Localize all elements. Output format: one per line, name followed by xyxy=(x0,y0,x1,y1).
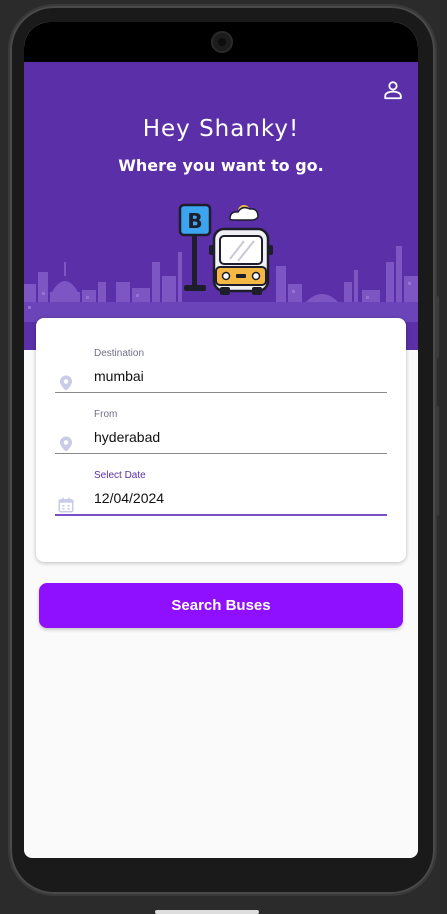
phone-frame: Hey Shanky! Where you want to go. B Dest… xyxy=(10,6,439,914)
destination-field[interactable]: Destination mumbai xyxy=(55,348,387,404)
calendar-icon xyxy=(58,497,74,513)
bus-stop-illustration: B xyxy=(178,203,273,295)
destination-value[interactable]: mumbai xyxy=(94,368,144,384)
location-pin-icon xyxy=(60,375,72,391)
from-underline xyxy=(55,453,387,454)
from-field[interactable]: From hyderabad xyxy=(55,409,387,465)
subtitle-text: Where you want to go. xyxy=(118,156,324,175)
search-form-card: Destination mumbai From hyderabad Select… xyxy=(36,318,406,562)
destination-underline xyxy=(55,392,387,393)
bus-stop-letter: B xyxy=(187,209,202,233)
front-camera xyxy=(211,31,233,53)
home-indicator[interactable] xyxy=(155,910,259,914)
greeting-text: Hey Shanky! xyxy=(142,116,300,142)
power-button xyxy=(435,406,439,516)
search-buses-button[interactable]: Search Buses xyxy=(39,583,403,628)
date-underline xyxy=(55,514,387,516)
status-bar xyxy=(24,22,418,62)
location-pin-icon xyxy=(60,436,72,452)
app-screen: Hey Shanky! Where you want to go. B Dest… xyxy=(24,22,418,858)
destination-label: Destination xyxy=(94,348,145,359)
date-label: Select Date xyxy=(94,470,146,481)
from-label: From xyxy=(94,409,118,420)
date-field[interactable]: Select Date 12/04/2024 xyxy=(55,470,387,526)
volume-button xyxy=(435,296,439,358)
header-banner: Hey Shanky! Where you want to go. B xyxy=(24,62,418,350)
person-icon[interactable] xyxy=(382,79,404,101)
date-value[interactable]: 12/04/2024 xyxy=(94,490,164,506)
from-value[interactable]: hyderabad xyxy=(94,429,160,445)
